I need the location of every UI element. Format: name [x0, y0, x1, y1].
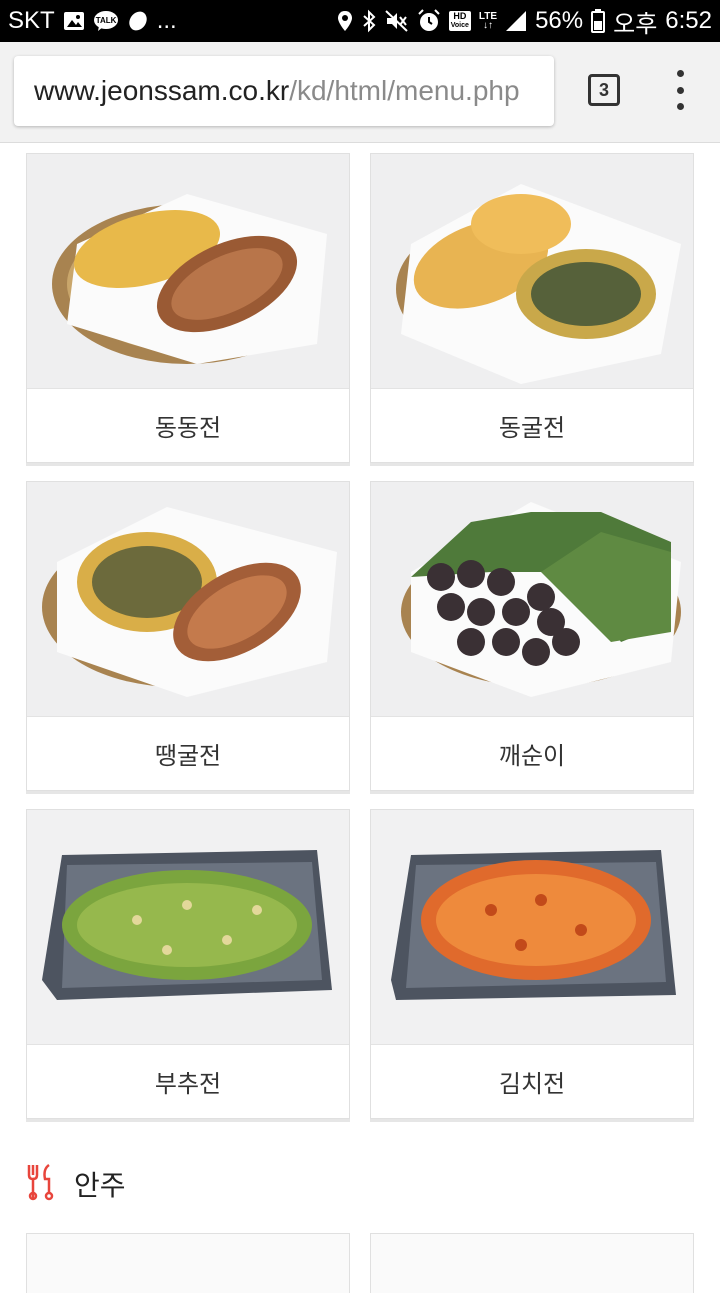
- menu-item-name: 부추전: [154, 1069, 222, 1098]
- alarm-icon: [417, 9, 441, 33]
- menu-card[interactable]: 부추전: [26, 809, 350, 1119]
- donggooljeon-image: [371, 154, 693, 389]
- menu-card[interactable]: 동굴전: [370, 153, 694, 463]
- kkaesooni-image: [371, 482, 693, 717]
- menu-card[interactable]: 땡굴전: [26, 481, 350, 791]
- browser-toolbar: www.jeonssam.co.kr/kd/html/menu.php 3: [0, 42, 720, 143]
- gallery-icon: [63, 11, 85, 31]
- menu-card[interactable]: 깨순이: [370, 481, 694, 791]
- more-notifications: ...: [156, 7, 177, 34]
- section-header: 안주: [26, 1163, 126, 1205]
- status-bar: SKT TALK ... HD Voice LTE ↓↑ 56% 오후 6:52: [0, 0, 720, 42]
- battery-icon: [591, 9, 606, 33]
- bluetooth-icon: [361, 9, 377, 33]
- bean-icon: [127, 10, 149, 32]
- section-title: 안주: [74, 1169, 126, 1202]
- menu-item-name: 김치전: [498, 1069, 566, 1098]
- tab-switcher-button[interactable]: 3: [588, 74, 620, 106]
- menu-card[interactable]: 김치전: [370, 809, 694, 1119]
- carrier-label: SKT: [8, 7, 55, 34]
- kimchijeon-image: [371, 810, 693, 1045]
- menu-card[interactable]: 동동전: [26, 153, 350, 463]
- dongdongjeon-image: [27, 154, 349, 389]
- hd-voice-icon: HD Voice: [448, 11, 471, 31]
- overflow-menu-button[interactable]: [668, 70, 692, 110]
- menu-item-name: 깨순이: [498, 741, 566, 770]
- address-bar[interactable]: www.jeonssam.co.kr/kd/html/menu.php: [14, 56, 554, 126]
- ttaenggooljeon-image: [27, 482, 349, 717]
- battery-percent: 56%: [535, 7, 584, 34]
- url-path: /kd/html/menu.php: [289, 75, 520, 106]
- menu-card-partial[interactable]: [370, 1233, 694, 1293]
- signal-icon: [505, 10, 527, 32]
- utensils-icon: [26, 1163, 56, 1205]
- clock-time: 6:52: [665, 7, 712, 34]
- menu-item-name: 동동전: [154, 413, 222, 442]
- menu-item-name: 땡굴전: [154, 741, 222, 770]
- buchujeon-image: [27, 810, 349, 1045]
- location-icon: [337, 10, 353, 32]
- menu-card-partial[interactable]: [26, 1233, 350, 1293]
- lte-icon: LTE ↓↑: [478, 10, 498, 31]
- menu-item-name: 동굴전: [498, 413, 566, 442]
- time-ampm: 오후: [613, 10, 658, 38]
- mute-icon: [385, 10, 409, 32]
- url-host: www.jeonssam.co.kr: [34, 75, 290, 106]
- kakaotalk-icon: TALK: [93, 10, 119, 32]
